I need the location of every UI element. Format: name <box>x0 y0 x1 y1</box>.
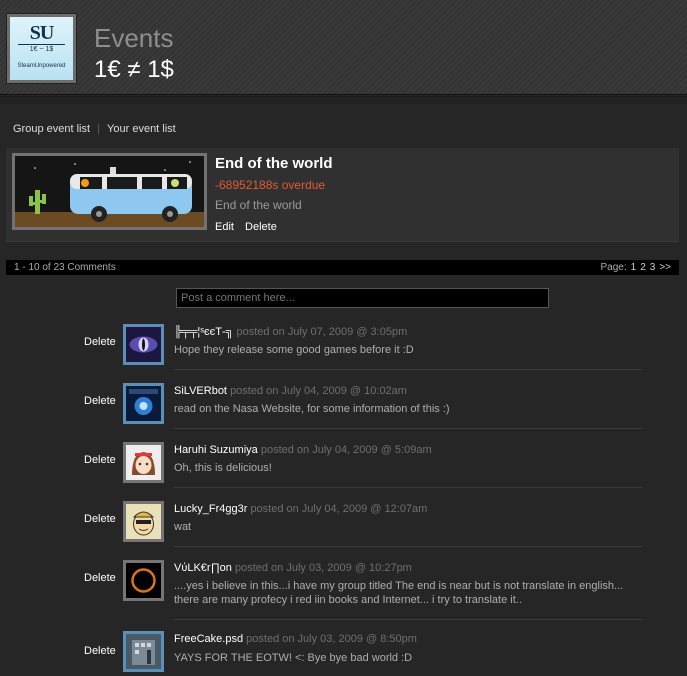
building-avatar-image <box>126 634 161 669</box>
comment-meta: FreeCake.psd posted on July 03, 2009 @ 8… <box>174 633 417 645</box>
event-title[interactable]: End of the world <box>215 155 333 172</box>
page-label: Page: <box>600 262 627 273</box>
comment-author[interactable]: VύLK€r∏on <box>174 562 232 574</box>
page-2-link[interactable]: 2 <box>640 260 646 275</box>
your-event-list-link[interactable]: Your event list <box>107 123 176 135</box>
comment-text: Oh, this is delicious! <box>174 462 272 474</box>
comment-meta: ╠╤╤¦ˢєєΤ-╗ posted on July 07, 2009 @ 3:0… <box>174 326 407 338</box>
logo-initials: SU <box>29 22 55 44</box>
van-illustration <box>15 156 204 227</box>
logo-divider <box>18 44 65 45</box>
event-subnav: Group event list Your event list <box>13 123 176 135</box>
space-avatar-image <box>126 386 161 421</box>
comment-divider <box>174 428 642 429</box>
comment-timestamp: posted on July 04, 2009 @ 12:07am <box>250 503 428 515</box>
delete-comment-button[interactable]: Delete <box>84 513 116 525</box>
group-logo-image: SU 1€ ~ 1$ SteamUnpowered <box>10 17 73 80</box>
comment-divider <box>174 369 642 370</box>
main-content: Group event list Your event list End of … <box>0 96 687 676</box>
event-description: End of the world <box>215 198 302 212</box>
eye-avatar-image <box>126 327 161 362</box>
group-name[interactable]: 1€ ≠ 1$ <box>94 58 174 82</box>
comment-timestamp: posted on July 04, 2009 @ 10:02am <box>230 385 407 397</box>
comment-author[interactable]: FreeCake.psd <box>174 633 243 645</box>
delete-comment-button[interactable]: Delete <box>84 645 116 657</box>
comment-meta: VύLK€r∏on posted on July 03, 2009 @ 10:2… <box>174 562 412 574</box>
anime-avatar[interactable] <box>123 442 164 483</box>
comment-author[interactable]: Haruhi Suzumiya <box>174 444 258 456</box>
comment-text: wat <box>174 521 192 533</box>
event-card: End of the world -68952188s overdue End … <box>6 148 679 242</box>
group-logo[interactable]: SU 1€ ~ 1$ SteamUnpowered <box>6 13 77 84</box>
page-header: SU 1€ ~ 1$ SteamUnpowered Events 1€ ≠ 1$ <box>0 0 687 95</box>
comment-text: YAYS FOR THE EOTW! <: Bye bye bad world … <box>174 652 413 664</box>
comment-text: read on the Nasa Website, for some infor… <box>174 403 450 415</box>
comment-timestamp: posted on July 07, 2009 @ 3:05pm <box>236 326 408 338</box>
delete-comment-button[interactable]: Delete <box>84 336 116 348</box>
comment-timestamp: posted on July 03, 2009 @ 10:27pm <box>234 562 412 574</box>
delete-comment-button[interactable]: Delete <box>84 572 116 584</box>
comment-timestamp: posted on July 04, 2009 @ 5:09am <box>260 444 432 456</box>
comment-author[interactable]: SiLVERbot <box>174 385 227 397</box>
eclipse-avatar[interactable] <box>123 560 164 601</box>
comment-divider <box>174 619 642 620</box>
anime-avatar-image <box>126 445 161 480</box>
comment-input[interactable] <box>176 288 549 308</box>
subnav-separator <box>98 124 100 134</box>
comment-header-bar: 1 - 10 of 23 Comments Page: 1 2 3 >> <box>6 260 679 275</box>
delete-event-link[interactable]: Delete <box>245 221 277 233</box>
vault-boy-avatar-image <box>126 504 161 539</box>
comment-timestamp: posted on July 03, 2009 @ 8:50pm <box>246 633 417 645</box>
logo-tagline: 1€ ~ 1$ <box>29 46 54 53</box>
vault-boy-avatar[interactable] <box>123 501 164 542</box>
building-avatar[interactable] <box>123 631 164 672</box>
group-event-list-link[interactable]: Group event list <box>13 123 90 135</box>
event-actions: Edit Delete <box>215 221 285 233</box>
delete-comment-button[interactable]: Delete <box>84 454 116 466</box>
event-overdue-status: -68952188s overdue <box>215 178 326 192</box>
comment-author[interactable]: ╠╤╤¦ˢєєΤ-╗ <box>174 326 233 338</box>
edit-event-link[interactable]: Edit <box>215 221 234 233</box>
content-top-strip <box>0 96 687 104</box>
comment-author[interactable]: Lucky_Fr4gg3r <box>174 503 247 515</box>
comment-divider <box>174 487 642 488</box>
delete-comment-button[interactable]: Delete <box>84 395 116 407</box>
comment-text: Hope they release some good games before… <box>174 344 414 356</box>
next-page-link[interactable]: >> <box>659 260 671 275</box>
comment-text: ....yes i believe in this...i have my gr… <box>174 580 624 606</box>
eclipse-avatar-image <box>126 563 161 598</box>
comment-meta: Haruhi Suzumiya posted on July 04, 2009 … <box>174 444 432 456</box>
logo-name: SteamUnpowered <box>17 63 66 69</box>
event-image[interactable] <box>12 153 207 230</box>
comment-meta: Lucky_Fr4gg3r posted on July 04, 2009 @ … <box>174 503 427 515</box>
comment-count: 1 - 10 of 23 Comments <box>14 262 116 273</box>
comment-meta: SiLVERbot posted on July 04, 2009 @ 10:0… <box>174 385 407 397</box>
comment-divider <box>174 546 642 547</box>
page-3-link[interactable]: 3 <box>650 260 656 275</box>
page-1-link[interactable]: 1 <box>631 260 637 275</box>
page-title: Events <box>94 23 174 53</box>
pagination: Page: 1 2 3 >> <box>600 260 671 275</box>
eye-avatar[interactable] <box>123 324 164 365</box>
space-avatar[interactable] <box>123 383 164 424</box>
